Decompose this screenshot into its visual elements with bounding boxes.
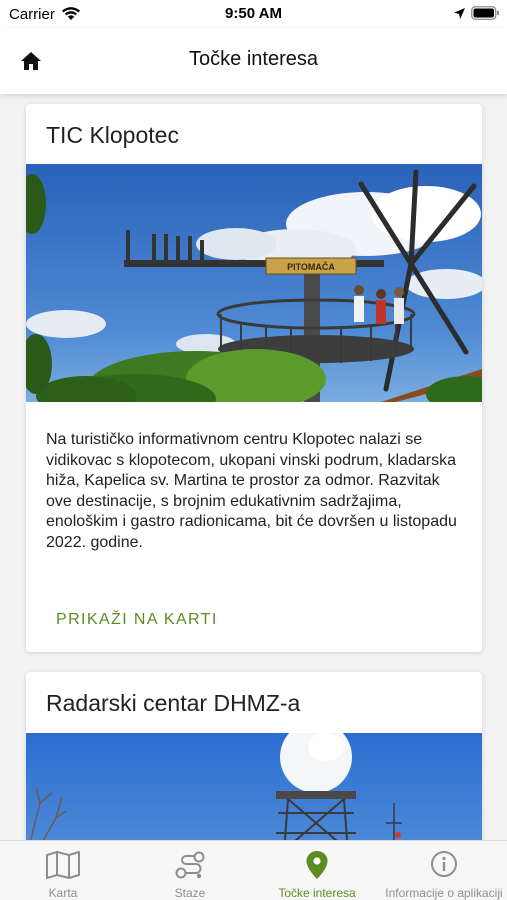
poi-title: TIC Klopotec <box>46 122 179 148</box>
map-icon <box>46 851 80 879</box>
show-on-map-button[interactable]: PRIKAŽI NA KARTI <box>56 611 218 629</box>
page-title: Točke interesa <box>189 48 318 70</box>
tab-informacije[interactable]: Informacije o aplikaciji <box>381 841 507 900</box>
info-icon <box>431 851 457 877</box>
bottom-tab-bar: Karta Staze Točke interesa Informacije o… <box>0 840 507 900</box>
sign-text: PITOMAČA <box>287 261 335 272</box>
app-header: Točke interesa <box>0 28 507 94</box>
poi-photo: PITOMAČA <box>26 164 482 402</box>
route-icon <box>175 851 205 879</box>
clock: 9:50 AM <box>225 5 282 22</box>
tab-label: Staze <box>174 886 206 900</box>
poi-list[interactable]: TIC Klopotec PITOMAČA Na turističko info… <box>0 94 507 840</box>
poi-card: TIC Klopotec PITOMAČA Na turističko info… <box>26 104 482 652</box>
poi-title: Radarski centar DHMZ-a <box>46 690 301 716</box>
tab-label: Informacije o aplikaciji <box>385 886 503 900</box>
battery-icon <box>471 6 499 20</box>
tab-karta[interactable]: Karta <box>0 841 126 900</box>
poi-description: Na turističko informativnom centru Klopo… <box>46 431 457 551</box>
tab-tocke-interesa[interactable]: Točke interesa <box>254 841 380 900</box>
status-bar: Carrier 9:50 AM <box>0 0 507 28</box>
tab-label: Karta <box>48 886 78 900</box>
poi-card: Radarski centar DHMZ-a <box>26 672 482 840</box>
location-arrow-icon <box>454 8 465 19</box>
tab-label: Točke interesa <box>278 886 356 900</box>
poi-photo <box>26 733 482 840</box>
tab-staze[interactable]: Staze <box>127 841 253 900</box>
location-pin-icon <box>306 851 328 879</box>
